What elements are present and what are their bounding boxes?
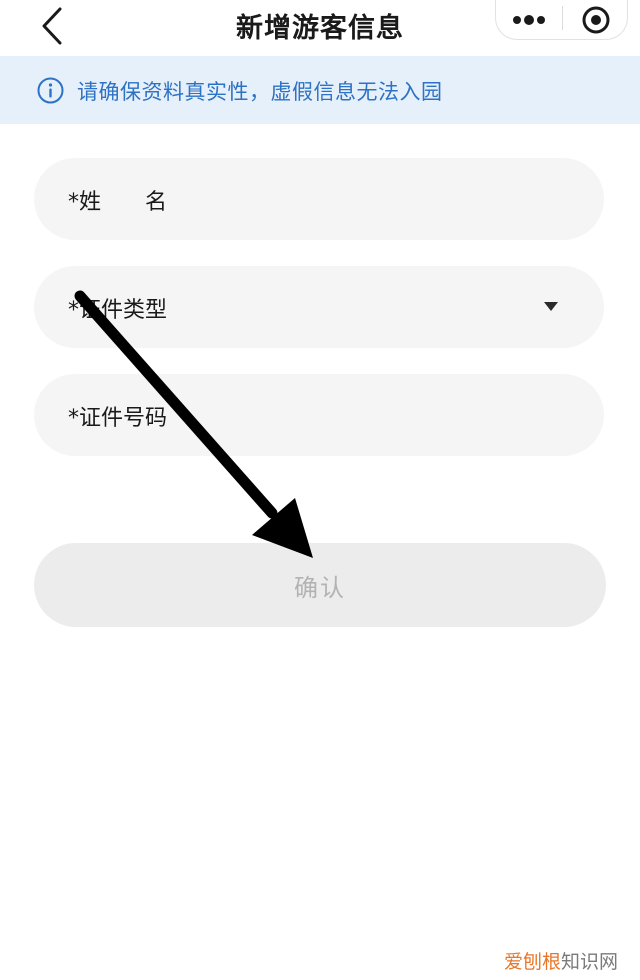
watermark-brand: 爱刨根: [503, 951, 561, 973]
id-type-select[interactable]: *证件类型: [34, 266, 604, 348]
triangle-down-icon: [544, 302, 558, 311]
top-nav-bar: 新增游客信息: [0, 0, 640, 56]
target-circle-icon: [582, 6, 609, 34]
id-number-field[interactable]: *证件号码: [34, 374, 604, 456]
watermark-site: 知识网: [560, 951, 618, 973]
annotation-arrow: [74, 290, 313, 558]
id-type-label: *证件类型: [68, 298, 168, 323]
more-button[interactable]: [496, 0, 562, 40]
name-field[interactable]: *姓 名: [34, 158, 604, 240]
notice-banner: 请确保资料真实性，虚假信息无法入园: [0, 56, 640, 124]
more-dots-icon: [513, 15, 545, 25]
id-number-label: *证件号码: [68, 406, 168, 431]
notice-text: 请确保资料真实性，虚假信息无法入园: [77, 80, 443, 104]
name-label: *姓 名: [68, 190, 168, 215]
watermark: 爱刨根知识网: [504, 947, 618, 974]
info-icon: [37, 77, 64, 104]
mini-program-capsule: [495, 0, 628, 40]
close-mini-program-button[interactable]: [563, 0, 628, 40]
confirm-button[interactable]: 确认: [34, 543, 606, 627]
